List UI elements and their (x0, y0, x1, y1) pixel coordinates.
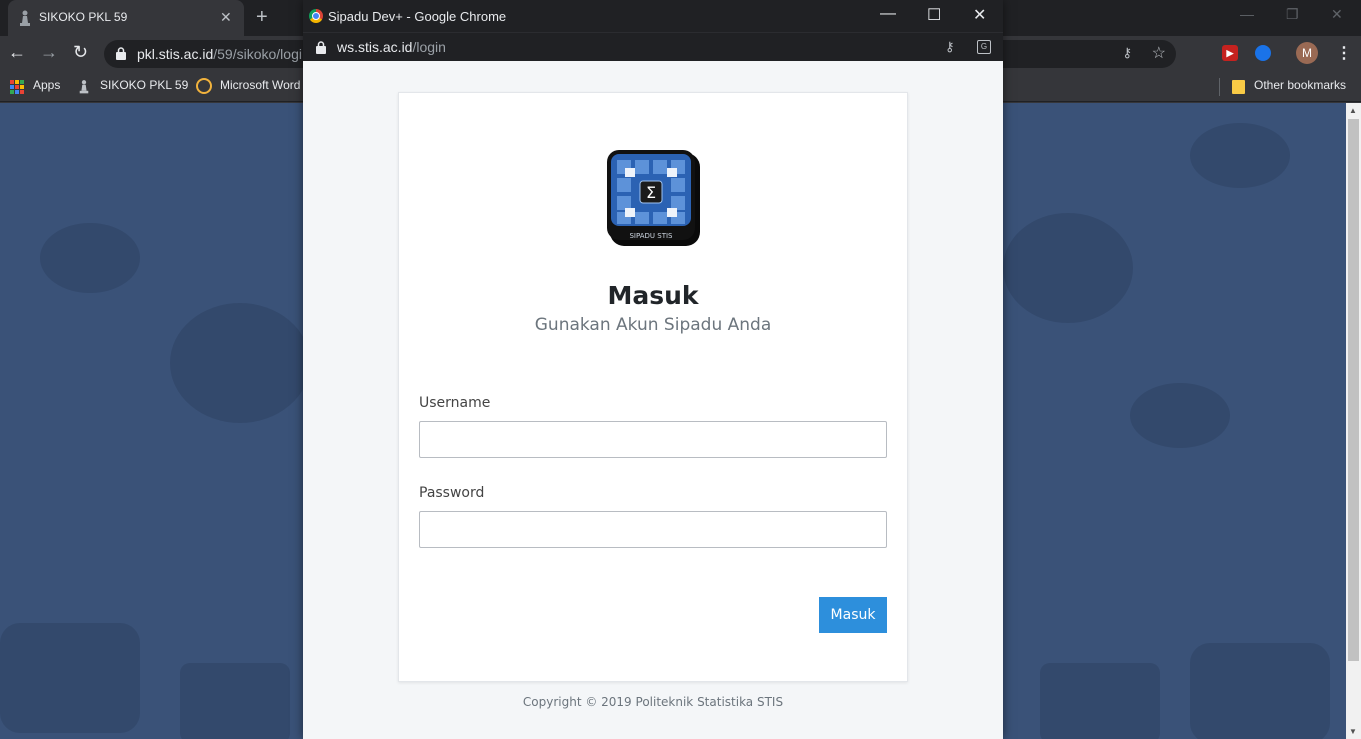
popup-window-title: Sipadu Dev+ - Google Chrome (328, 9, 507, 24)
bookmark-sikoko[interactable]: SIKOKO PKL 59 (100, 78, 188, 92)
word-site-icon (196, 78, 212, 94)
password-input[interactable] (419, 511, 887, 548)
star-icon[interactable]: ☆ (1152, 43, 1166, 63)
bookmark-word[interactable]: Microsoft Word (220, 78, 300, 92)
lock-icon (316, 41, 326, 54)
key-icon[interactable]: ⚷ (1122, 45, 1132, 61)
svg-text:Σ: Σ (646, 183, 656, 202)
login-popup-window: Sipadu Dev+ - Google Chrome — ☐ ✕ ws.sti… (303, 0, 1003, 739)
popup-titlebar[interactable]: Sipadu Dev+ - Google Chrome — ☐ ✕ (303, 0, 1003, 32)
back-icon[interactable]: ← (8, 42, 26, 63)
close-window-icon[interactable]: ✕ (1331, 6, 1343, 23)
bookmark-separator (1219, 78, 1220, 96)
maximize-icon[interactable]: ☐ (927, 5, 941, 25)
copyright-text: Copyright © 2019 Politeknik Statistika S… (522, 695, 784, 709)
background-url: pkl.stis.ac.id/59/sikoko/logi (137, 46, 302, 62)
popup-url: ws.stis.ac.id/login (337, 39, 446, 55)
apps-grid-icon (10, 80, 24, 94)
cloud-ornament (1190, 123, 1290, 188)
house-silhouette (1040, 663, 1160, 739)
page-title: Masuk (607, 281, 699, 310)
scroll-up-icon[interactable]: ▲ (1349, 106, 1357, 115)
avatar[interactable]: M (1296, 42, 1318, 64)
minimize-icon[interactable]: — (1240, 6, 1254, 22)
cloud-ornament (40, 223, 140, 293)
login-button[interactable]: Masuk (819, 597, 887, 633)
restore-icon[interactable]: ❐ (1286, 6, 1299, 23)
scroll-down-icon[interactable]: ▼ (1349, 727, 1357, 736)
password-label: Password (419, 485, 485, 501)
lock-icon (116, 47, 126, 60)
username-label: Username (419, 395, 491, 411)
login-card: Σ SIPADU STIS Masuk Gunakan Akun Sipadu … (398, 92, 908, 682)
key-icon[interactable]: ⚷ (945, 39, 955, 55)
house-silhouette (180, 663, 290, 739)
carriage-silhouette (1190, 643, 1330, 739)
chrome-logo-icon (309, 9, 323, 23)
new-tab-icon[interactable]: + (256, 6, 268, 29)
folder-icon (1232, 80, 1245, 94)
page-subtitle: Gunakan Akun Sipadu Anda (534, 315, 772, 335)
bookmark-apps[interactable]: Apps (33, 78, 60, 92)
carriage-silhouette (0, 623, 140, 733)
reload-icon[interactable]: ↻ (73, 42, 88, 63)
cloud-ornament (170, 303, 310, 423)
popup-address-bar[interactable]: ws.stis.ac.id/login ⚷ G (303, 32, 1003, 61)
menu-icon[interactable]: ⋮ (1336, 43, 1352, 63)
username-input[interactable] (419, 421, 887, 458)
forward-icon[interactable]: → (40, 42, 58, 63)
close-tab-icon[interactable]: ✕ (220, 9, 232, 26)
bookmark-other[interactable]: Other bookmarks (1254, 78, 1346, 92)
cloud-ornament (1130, 383, 1230, 448)
close-window-icon[interactable]: ✕ (973, 5, 986, 25)
svg-text:SIPADU STIS: SIPADU STIS (629, 232, 673, 240)
sipadu-logo: Σ SIPADU STIS (607, 150, 700, 246)
extension-globe-icon[interactable] (1255, 45, 1271, 61)
cloud-ornament (1003, 213, 1133, 323)
background-tab-title: SIKOKO PKL 59 (39, 10, 128, 24)
background-tab[interactable]: SIKOKO PKL 59 ✕ (8, 0, 244, 36)
translate-icon[interactable]: G (977, 40, 991, 54)
extension-icon[interactable]: ▶ (1222, 45, 1238, 61)
pawn-icon (20, 10, 30, 26)
scrollbar-thumb[interactable] (1348, 119, 1359, 661)
page-scrollbar[interactable]: ▲ ▼ (1346, 103, 1361, 739)
minimize-icon[interactable]: — (880, 5, 896, 23)
pawn-icon (79, 80, 89, 94)
